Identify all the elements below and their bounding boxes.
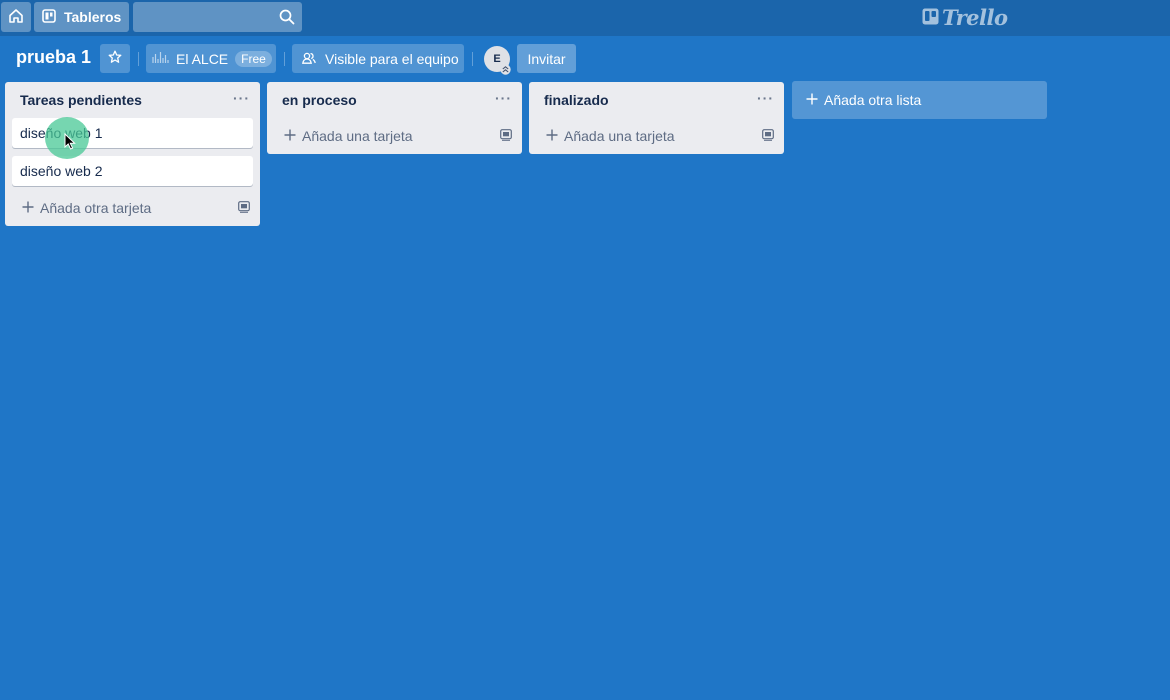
plus-icon [546,128,558,144]
team-visibility-icon [302,51,316,67]
list-header: en proceso ··· [267,82,522,118]
template-icon[interactable] [238,200,250,216]
invite-label: Invitar [527,50,566,67]
team-button[interactable]: El ALCE Free [146,44,276,73]
search-icon[interactable] [279,9,295,30]
plus-icon [22,200,34,216]
team-name: El ALCE [176,50,229,67]
star-button[interactable] [100,44,130,73]
header-divider [284,52,285,66]
list-title[interactable]: Tareas pendientes [20,92,142,108]
admin-chevron-icon [500,62,511,75]
add-card-label: Añada una tarjeta [302,128,413,144]
header-divider [138,52,139,66]
trello-logo[interactable]: Trello [922,4,1008,30]
add-card-label: Añada una tarjeta [564,128,675,144]
add-card-button[interactable]: Añada una tarjeta [267,118,522,154]
plus-icon [806,92,818,108]
search-input[interactable] [133,2,302,32]
plan-badge: Free [235,50,272,67]
list-header: Tareas pendientes ··· [5,82,260,118]
team-chart-icon [152,50,169,67]
list-finalizado[interactable]: finalizado ··· Añada una tarjeta [529,82,784,154]
card-item[interactable]: diseño web 2 [12,156,253,186]
top-bar: Tableros Trello [0,0,1170,36]
boards-button[interactable]: Tableros [34,2,129,32]
add-card-button[interactable]: Añada otra tarjeta [5,190,260,226]
home-button[interactable] [1,2,31,32]
template-icon[interactable] [762,128,774,144]
invite-button[interactable]: Invitar [517,44,576,73]
list-menu-icon[interactable]: ··· [757,90,774,111]
board-icon [42,8,56,26]
trello-logo-text: Trello [942,4,1008,30]
star-icon [108,50,122,67]
boards-label: Tableros [64,9,122,25]
card-title: diseño web 2 [20,163,103,179]
list-en-proceso[interactable]: en proceso ··· Añada una tarjeta [267,82,522,154]
add-list-button[interactable]: Añada otra lista [792,81,1047,119]
list-header: finalizado ··· [529,82,784,118]
visibility-label: Visible para el equipo [325,50,459,67]
list-title[interactable]: finalizado [544,92,609,108]
template-icon[interactable] [500,128,512,144]
add-card-label: Añada otra tarjeta [40,200,152,216]
home-icon [8,8,24,27]
visibility-button[interactable]: Visible para el equipo [292,44,464,73]
list-title[interactable]: en proceso [282,92,357,108]
list-tareas-pendientes[interactable]: Tareas pendientes ··· diseño web 1 diseñ… [5,82,260,226]
list-menu-icon[interactable]: ··· [495,90,512,111]
search-box[interactable] [133,2,302,32]
list-menu-icon[interactable]: ··· [233,90,250,111]
add-card-button[interactable]: Añada una tarjeta [529,118,784,154]
trello-logo-icon [922,5,939,30]
header-divider [472,52,473,66]
add-list-label: Añada otra lista [824,92,922,108]
board-title[interactable]: prueba 1 [16,47,91,68]
mouse-cursor-icon [64,132,76,155]
plus-icon [284,128,296,144]
